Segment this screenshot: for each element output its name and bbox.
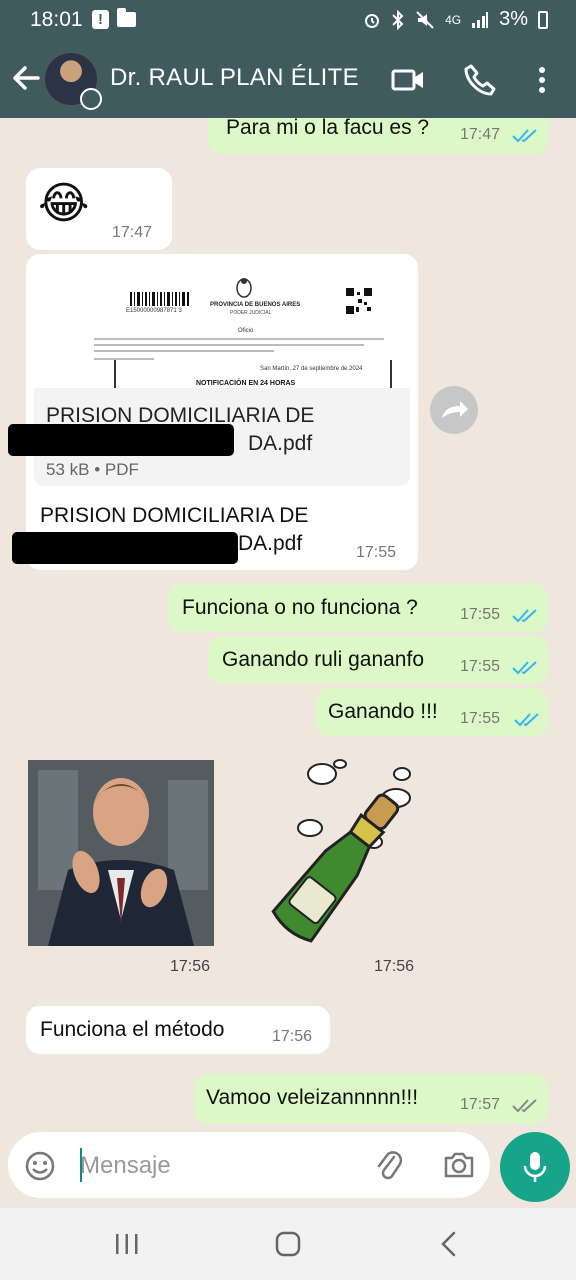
pdf-preview-notice: NOTIFICACIÓN EN 24 HORAS — [196, 380, 296, 387]
delivered-ticks-icon — [512, 1099, 537, 1113]
champagne-bottle-icon — [271, 759, 411, 943]
message-input[interactable]: Mensaje — [80, 1152, 171, 1180]
sticker-time: 17:56 — [374, 958, 415, 975]
message-time: 17:47 — [112, 224, 153, 241]
forward-button[interactable] — [430, 386, 478, 434]
battery-percent: 3% — [499, 8, 528, 30]
system-nav-bar — [0, 1208, 576, 1280]
pdf-text-line — [94, 338, 384, 340]
pdf-preview-office: Oficio — [238, 328, 254, 334]
bluetooth-icon — [392, 9, 404, 30]
message-text: Para mi o la facu es ? — [226, 118, 430, 139]
redaction-box — [12, 532, 238, 564]
pdf-border-left — [114, 360, 116, 388]
disappearing-timer-icon — [80, 88, 102, 110]
back-nav-icon[interactable] — [436, 1230, 462, 1258]
message-time: 17:56 — [272, 1028, 313, 1045]
sticker-champagne[interactable] — [236, 754, 420, 950]
alarm-icon — [365, 13, 380, 28]
status-time: 18:01 — [30, 8, 83, 31]
chat-header: Dr. RAUL PLAN ÉLITE — [0, 42, 576, 118]
qr-code-icon — [346, 288, 372, 314]
read-ticks-icon — [514, 713, 539, 727]
message-time: 17:55 — [460, 606, 501, 623]
more-options-icon[interactable] — [524, 62, 560, 98]
folder-icon — [117, 8, 136, 27]
forward-icon — [442, 401, 468, 418]
microphone-icon — [523, 1152, 547, 1182]
network-label: 4G — [445, 12, 462, 27]
home-icon[interactable] — [274, 1230, 302, 1258]
phone-call-icon[interactable] — [462, 62, 498, 98]
pdf-preview: E15000000987871 3 PROVINCIA DE BUENOS AI… — [34, 262, 410, 388]
message-bubble[interactable]: Funciona el método 17:56 — [26, 1006, 330, 1054]
pdf-text-line — [94, 358, 154, 360]
message-bubble[interactable]: Funciona o no funciona ? 17:55 — [168, 584, 548, 632]
status-bar: 18:01 ! 4G 3% — [0, 0, 576, 42]
mute-icon — [416, 10, 434, 29]
message-composer[interactable]: Mensaje — [8, 1132, 490, 1198]
message-time: 17:57 — [460, 1096, 501, 1113]
pdf-border-right — [390, 360, 392, 388]
document-message[interactable]: E15000000987871 3 PROVINCIA DE BUENOS AI… — [26, 254, 418, 570]
barcode-number: E15000000987871 3 — [126, 308, 182, 314]
caption-line1: PRISION DOMICILIARIA DE — [40, 504, 309, 527]
camera-icon[interactable] — [442, 1148, 476, 1182]
message-bubble[interactable]: Ganando ruli gananfo 17:55 — [208, 636, 548, 684]
message-time: 17:55 — [460, 658, 501, 675]
coat-of-arms-icon — [236, 278, 252, 298]
gif-time: 17:56 — [170, 958, 211, 975]
read-ticks-icon — [512, 609, 537, 623]
emoji-icon[interactable] — [24, 1150, 56, 1182]
contact-name[interactable]: Dr. RAUL PLAN ÉLITE — [110, 64, 359, 92]
message-text: Ganando !!! — [328, 700, 438, 723]
pdf-text-line — [94, 344, 364, 346]
back-arrow-icon[interactable] — [8, 60, 44, 96]
battery-icon — [538, 10, 548, 29]
message-text: Funciona el método — [40, 1018, 225, 1041]
message-text: Funciona o no funciona ? — [182, 596, 418, 619]
recent-apps-icon[interactable] — [114, 1232, 140, 1256]
message-text: Vamoo veleizannnnn!!! — [206, 1086, 419, 1109]
clapping-man-illustration — [28, 760, 214, 946]
read-ticks-icon — [512, 661, 537, 675]
message-time: 17:47 — [460, 126, 501, 143]
video-call-icon[interactable] — [390, 62, 426, 98]
message-bubble[interactable]: Para mi o la facu es ? 17:47 — [208, 118, 548, 154]
message-time: 17:55 — [356, 544, 397, 561]
signal-icon — [472, 11, 489, 28]
message-bubble[interactable]: Ganando !!! 17:55 — [316, 688, 548, 736]
pdf-meta: 53 kB • PDF — [46, 460, 139, 479]
chat-area[interactable]: Para mi o la facu es ? 17:47 😂 17:47 E15… — [0, 118, 576, 1130]
message-bubble[interactable]: Vamoo veleizannnnn!!! 17:57 — [194, 1074, 548, 1124]
message-text: Ganando ruli gananfo — [222, 648, 424, 671]
read-ticks-icon — [512, 129, 537, 143]
gif-clapping-man[interactable] — [28, 760, 214, 946]
pdf-text-line — [94, 350, 274, 352]
attach-icon[interactable] — [374, 1148, 404, 1182]
pdf-preview-date: San Martín, 27 de septiembre de 2024 — [260, 366, 363, 372]
redaction-box — [8, 424, 234, 456]
pdf-preview-sub: PODER JUDICIAL — [230, 310, 272, 316]
mic-button[interactable] — [500, 1132, 570, 1202]
message-time: 17:55 — [460, 710, 501, 727]
pdf-preview-header: PROVINCIA DE BUENOS AIRES — [210, 302, 301, 308]
laughing-emoji: 😂 — [38, 179, 90, 228]
message-bubble[interactable]: 😂 17:47 — [26, 168, 172, 250]
alert-icon: ! — [92, 10, 109, 29]
